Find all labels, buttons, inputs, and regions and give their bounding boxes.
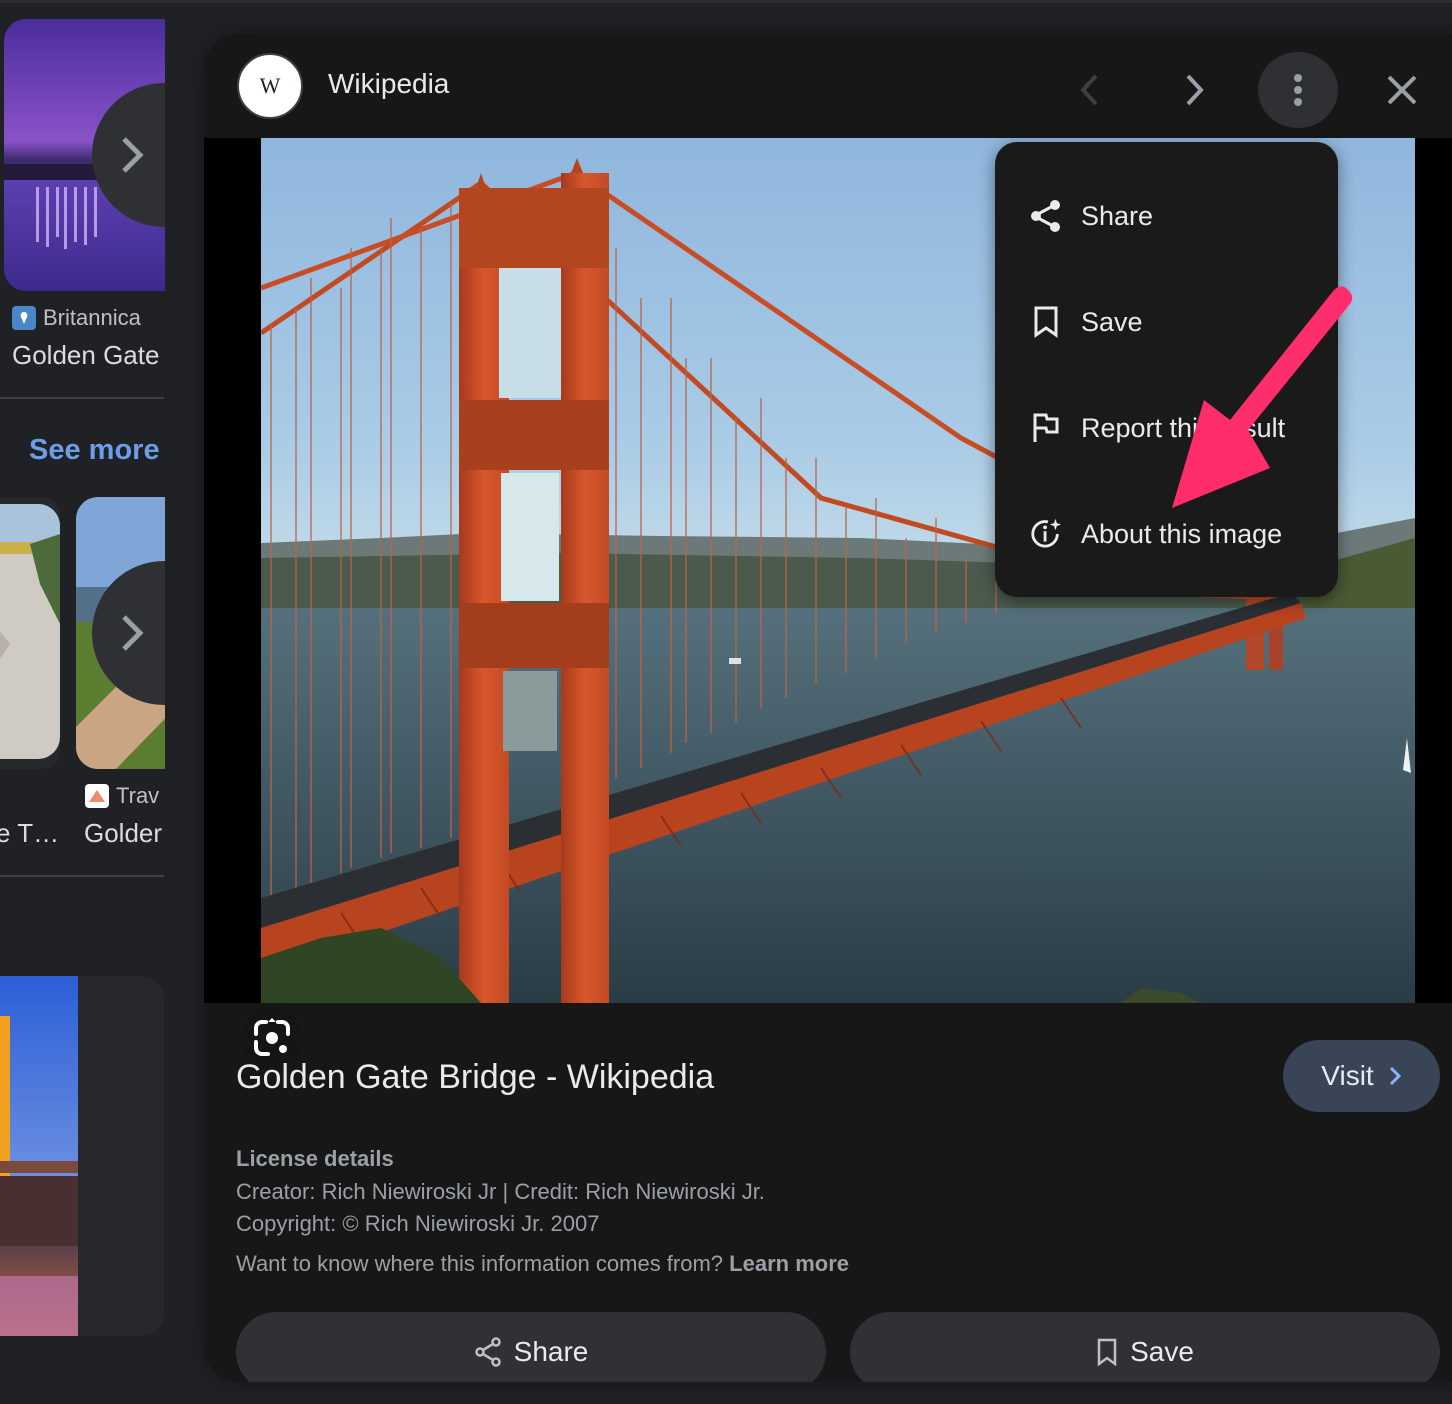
result-source-name: Britannica — [43, 305, 141, 330]
license-copyright: Copyright: © Rich Niewiroski Jr. 2007 — [236, 1211, 600, 1236]
chevron-right-icon — [122, 615, 144, 651]
share-icon — [474, 1337, 501, 1367]
bookmark-icon — [1029, 305, 1063, 339]
menu-item-about-image[interactable]: About this image — [995, 481, 1338, 587]
more-vert-icon — [1294, 74, 1302, 106]
about-image-icon — [1029, 517, 1063, 551]
save-label: Save — [1130, 1336, 1194, 1367]
wikipedia-logo[interactable]: W — [237, 53, 303, 119]
travel-triangle-icon — [85, 784, 109, 808]
divider — [0, 397, 164, 399]
result-source-name: Trav — [116, 783, 160, 808]
next-result-button[interactable] — [1154, 52, 1234, 128]
bridge-dusk-image — [0, 976, 78, 1336]
menu-item-report[interactable]: Report this result — [995, 375, 1338, 481]
bookmark-icon — [1097, 1338, 1117, 1366]
result-source[interactable]: Trav — [85, 783, 159, 809]
result-title-truncated[interactable]: e T… — [0, 818, 59, 849]
more-options-menu: Share Save Report this result About this… — [995, 142, 1338, 597]
divider — [0, 875, 164, 877]
chevron-right-icon — [1389, 1066, 1401, 1086]
menu-item-save[interactable]: Save — [995, 269, 1338, 375]
share-label: Share — [513, 1336, 589, 1367]
learn-more-link[interactable]: Learn more — [729, 1251, 849, 1276]
chevron-right-icon — [122, 137, 144, 173]
menu-item-label: Save — [1081, 306, 1143, 337]
related-results-column: Britannica Golden Gate See more e T… Tra… — [0, 0, 165, 1404]
menu-item-label: Report this result — [1081, 412, 1286, 443]
site-name[interactable]: Wikipedia — [328, 68, 449, 100]
google-lens-icon — [254, 1018, 290, 1056]
result-thumbnail-frame[interactable] — [0, 976, 164, 1336]
previous-result-button[interactable] — [1050, 52, 1130, 128]
result-page-title[interactable]: Golden Gate Bridge - Wikipedia — [236, 1058, 714, 1097]
license-info-question: Want to know where this information come… — [236, 1251, 849, 1277]
result-source[interactable]: Britannica — [12, 305, 141, 331]
britannica-thistle-icon — [12, 306, 36, 330]
license-creator: Creator: Rich Niewiroski Jr | Credit: Ri… — [236, 1179, 765, 1204]
close-button[interactable] — [1362, 52, 1442, 128]
top-divider — [0, 0, 1452, 3]
chevron-left-icon — [1080, 74, 1098, 106]
menu-item-label: Share — [1081, 200, 1154, 231]
save-button[interactable]: Save — [850, 1312, 1440, 1382]
menu-item-label: About this image — [1081, 518, 1283, 549]
result-title[interactable]: Golden Gate — [12, 340, 159, 371]
result-thumbnail-cliff[interactable] — [0, 504, 60, 759]
info-question-text: Want to know where this information come… — [236, 1251, 724, 1276]
close-icon — [1387, 75, 1417, 105]
result-title[interactable]: Golder — [84, 818, 162, 849]
share-icon — [1029, 199, 1063, 233]
menu-item-share[interactable]: Share — [995, 163, 1338, 269]
visit-button[interactable]: Visit — [1283, 1040, 1440, 1112]
chevron-right-icon — [1186, 74, 1204, 106]
cliff-trail-image — [0, 504, 60, 759]
see-more-link[interactable]: See more — [29, 434, 160, 467]
share-button[interactable]: Share — [236, 1312, 826, 1382]
license-details-heading: License details — [236, 1146, 394, 1171]
flag-icon — [1029, 411, 1063, 445]
panel-header: W Wikipedia — [204, 34, 1452, 138]
visit-label: Visit — [1321, 1060, 1374, 1091]
more-options-button[interactable] — [1258, 52, 1338, 128]
